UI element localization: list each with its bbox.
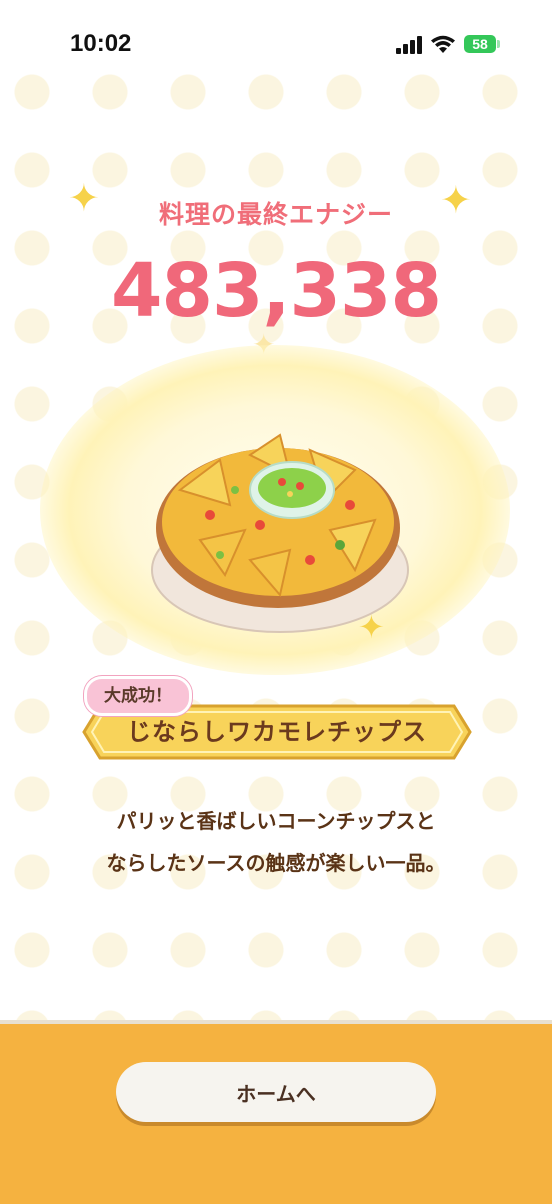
- battery-tip: [497, 40, 500, 48]
- status-time: 10:02: [70, 30, 132, 57]
- battery-icon: 58: [464, 35, 496, 53]
- success-badge: 大成功！: [84, 676, 192, 716]
- home-button[interactable]: ホームへ: [116, 1062, 436, 1122]
- energy-value: 483,338: [110, 248, 442, 334]
- status-bar: 10:02 58: [0, 0, 552, 90]
- signal-icon: [396, 36, 422, 54]
- sparkle-icon: ✦: [358, 608, 385, 646]
- description-line: ならしたソースの触感が楽しい一品。: [106, 851, 446, 875]
- nachos-dish-image: [151, 433, 409, 633]
- dish-description: パリッと香ばしいコーンチップスと ならしたソースの触感が楽しい一品。: [0, 800, 552, 884]
- energy-label: 料理の最終エナジー: [158, 200, 393, 229]
- description-line: パリッと香ばしいコーンチップスと: [116, 809, 436, 833]
- wifi-icon: [431, 35, 455, 53]
- dish-name: じならしワカモレチップス: [127, 718, 427, 746]
